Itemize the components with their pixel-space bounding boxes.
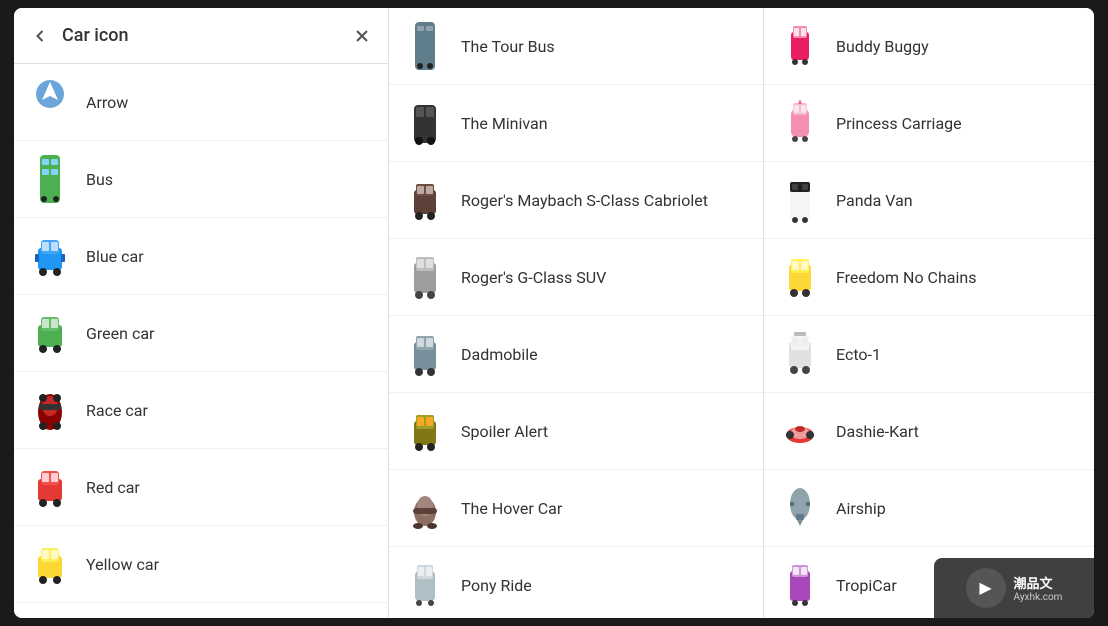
buddy-buggy-label: Buddy Buggy bbox=[836, 37, 929, 56]
ecto1-label: Ecto-1 bbox=[836, 345, 881, 364]
red-car-label: Red car bbox=[86, 478, 140, 497]
back-button[interactable] bbox=[30, 26, 50, 46]
red-car-icon bbox=[30, 459, 70, 515]
middle-item-spoiler[interactable]: Spoiler Alert bbox=[389, 393, 763, 470]
bus-label: Bus bbox=[86, 170, 113, 189]
ecto1-icon bbox=[780, 326, 820, 382]
maybach-icon bbox=[405, 172, 445, 228]
princess-carriage-label: Princess Carriage bbox=[836, 114, 962, 133]
gclass-icon bbox=[405, 249, 445, 305]
right-list: Buddy Buggy Princess Carriage bbox=[764, 8, 1094, 618]
right-item-freedom-no-chains[interactable]: Freedom No Chains bbox=[764, 239, 1094, 316]
brand-info: 潮品文 Ayxhk.com bbox=[1014, 573, 1063, 603]
right-item-dashie-kart[interactable]: Dashie-Kart bbox=[764, 393, 1094, 470]
arrow-label: Arrow bbox=[86, 93, 128, 112]
motorbike-icon bbox=[30, 613, 70, 618]
right-item-ecto1[interactable]: Ecto-1 bbox=[764, 316, 1094, 393]
middle-panel: The Tour Bus The Minivan bbox=[389, 8, 764, 618]
list-item-yellow-car[interactable]: Yellow car bbox=[14, 526, 388, 603]
minivan-icon bbox=[405, 95, 445, 151]
middle-item-tour-bus[interactable]: The Tour Bus bbox=[389, 8, 763, 85]
tropica-icon bbox=[780, 557, 820, 613]
blue-car-label: Blue car bbox=[86, 247, 144, 266]
maybach-label: Roger's Maybach S-Class Cabriolet bbox=[461, 191, 708, 210]
list-item-race-car[interactable]: Race car bbox=[14, 372, 388, 449]
dashie-kart-label: Dashie-Kart bbox=[836, 422, 919, 441]
right-item-airship[interactable]: Airship bbox=[764, 470, 1094, 547]
brand-line2: Ayxhk.com bbox=[1014, 592, 1063, 603]
list-item-green-car[interactable]: Green car bbox=[14, 295, 388, 372]
hover-car-label: The Hover Car bbox=[461, 499, 562, 518]
airship-label: Airship bbox=[836, 499, 886, 518]
right-panel: Buddy Buggy Princess Carriage bbox=[764, 8, 1094, 618]
middle-item-gclass[interactable]: Roger's G-Class SUV bbox=[389, 239, 763, 316]
tour-bus-icon bbox=[405, 18, 445, 74]
middle-list: The Tour Bus The Minivan bbox=[389, 8, 763, 618]
airship-icon bbox=[780, 480, 820, 536]
panda-van-icon bbox=[780, 172, 820, 228]
list-item-red-car[interactable]: Red car bbox=[14, 449, 388, 526]
race-car-icon bbox=[30, 382, 70, 438]
list-item-arrow[interactable]: Arrow bbox=[14, 64, 388, 141]
list-item-motorbike[interactable]: Motorbike bbox=[14, 603, 388, 618]
left-panel: Car icon Arrow bbox=[14, 8, 389, 618]
arrow-icon bbox=[30, 74, 70, 130]
blue-car-icon bbox=[30, 228, 70, 284]
right-item-princess-carriage[interactable]: Princess Carriage bbox=[764, 85, 1094, 162]
play-button[interactable]: ▶ bbox=[966, 568, 1006, 608]
brand-line1: 潮品文 bbox=[1014, 573, 1063, 592]
freedom-no-chains-icon bbox=[780, 249, 820, 305]
yellow-car-label: Yellow car bbox=[86, 555, 159, 574]
tropica-label: TropiCar bbox=[836, 576, 897, 595]
bus-icon bbox=[30, 151, 70, 207]
yellow-car-icon bbox=[30, 536, 70, 592]
middle-item-pony-ride[interactable]: Pony Ride bbox=[389, 547, 763, 618]
middle-item-minivan[interactable]: The Minivan bbox=[389, 85, 763, 162]
right-item-buddy-buggy[interactable]: Buddy Buggy bbox=[764, 8, 1094, 85]
dashie-kart-icon bbox=[780, 403, 820, 459]
gclass-label: Roger's G-Class SUV bbox=[461, 268, 606, 287]
princess-carriage-icon bbox=[780, 95, 820, 151]
spoiler-icon bbox=[405, 403, 445, 459]
hover-car-icon bbox=[405, 480, 445, 536]
list-item-blue-car[interactable]: Blue car bbox=[14, 218, 388, 295]
green-car-icon bbox=[30, 305, 70, 361]
pony-ride-icon bbox=[405, 557, 445, 613]
corner-overlay: ▶ 潮品文 Ayxhk.com bbox=[934, 558, 1094, 618]
panel-header: Car icon bbox=[14, 8, 388, 64]
play-icon: ▶ bbox=[979, 578, 991, 598]
buddy-buggy-icon bbox=[780, 18, 820, 74]
green-car-label: Green car bbox=[86, 324, 154, 343]
left-list: Arrow Bus bbox=[14, 64, 388, 618]
pony-ride-label: Pony Ride bbox=[461, 576, 532, 595]
close-button[interactable] bbox=[352, 26, 372, 46]
dadmobile-label: Dadmobile bbox=[461, 345, 538, 364]
middle-item-maybach[interactable]: Roger's Maybach S-Class Cabriolet bbox=[389, 162, 763, 239]
dadmobile-icon bbox=[405, 326, 445, 382]
freedom-no-chains-label: Freedom No Chains bbox=[836, 268, 976, 287]
right-item-panda-van[interactable]: Panda Van bbox=[764, 162, 1094, 239]
app-container: Car icon Arrow bbox=[14, 8, 1094, 618]
minivan-label: The Minivan bbox=[461, 114, 548, 133]
panda-van-label: Panda Van bbox=[836, 191, 913, 210]
spoiler-label: Spoiler Alert bbox=[461, 422, 548, 441]
middle-item-dadmobile[interactable]: Dadmobile bbox=[389, 316, 763, 393]
race-car-label: Race car bbox=[86, 401, 148, 420]
tour-bus-label: The Tour Bus bbox=[461, 37, 555, 56]
middle-item-hover-car[interactable]: The Hover Car bbox=[389, 470, 763, 547]
panel-title: Car icon bbox=[62, 25, 352, 46]
list-item-bus[interactable]: Bus bbox=[14, 141, 388, 218]
